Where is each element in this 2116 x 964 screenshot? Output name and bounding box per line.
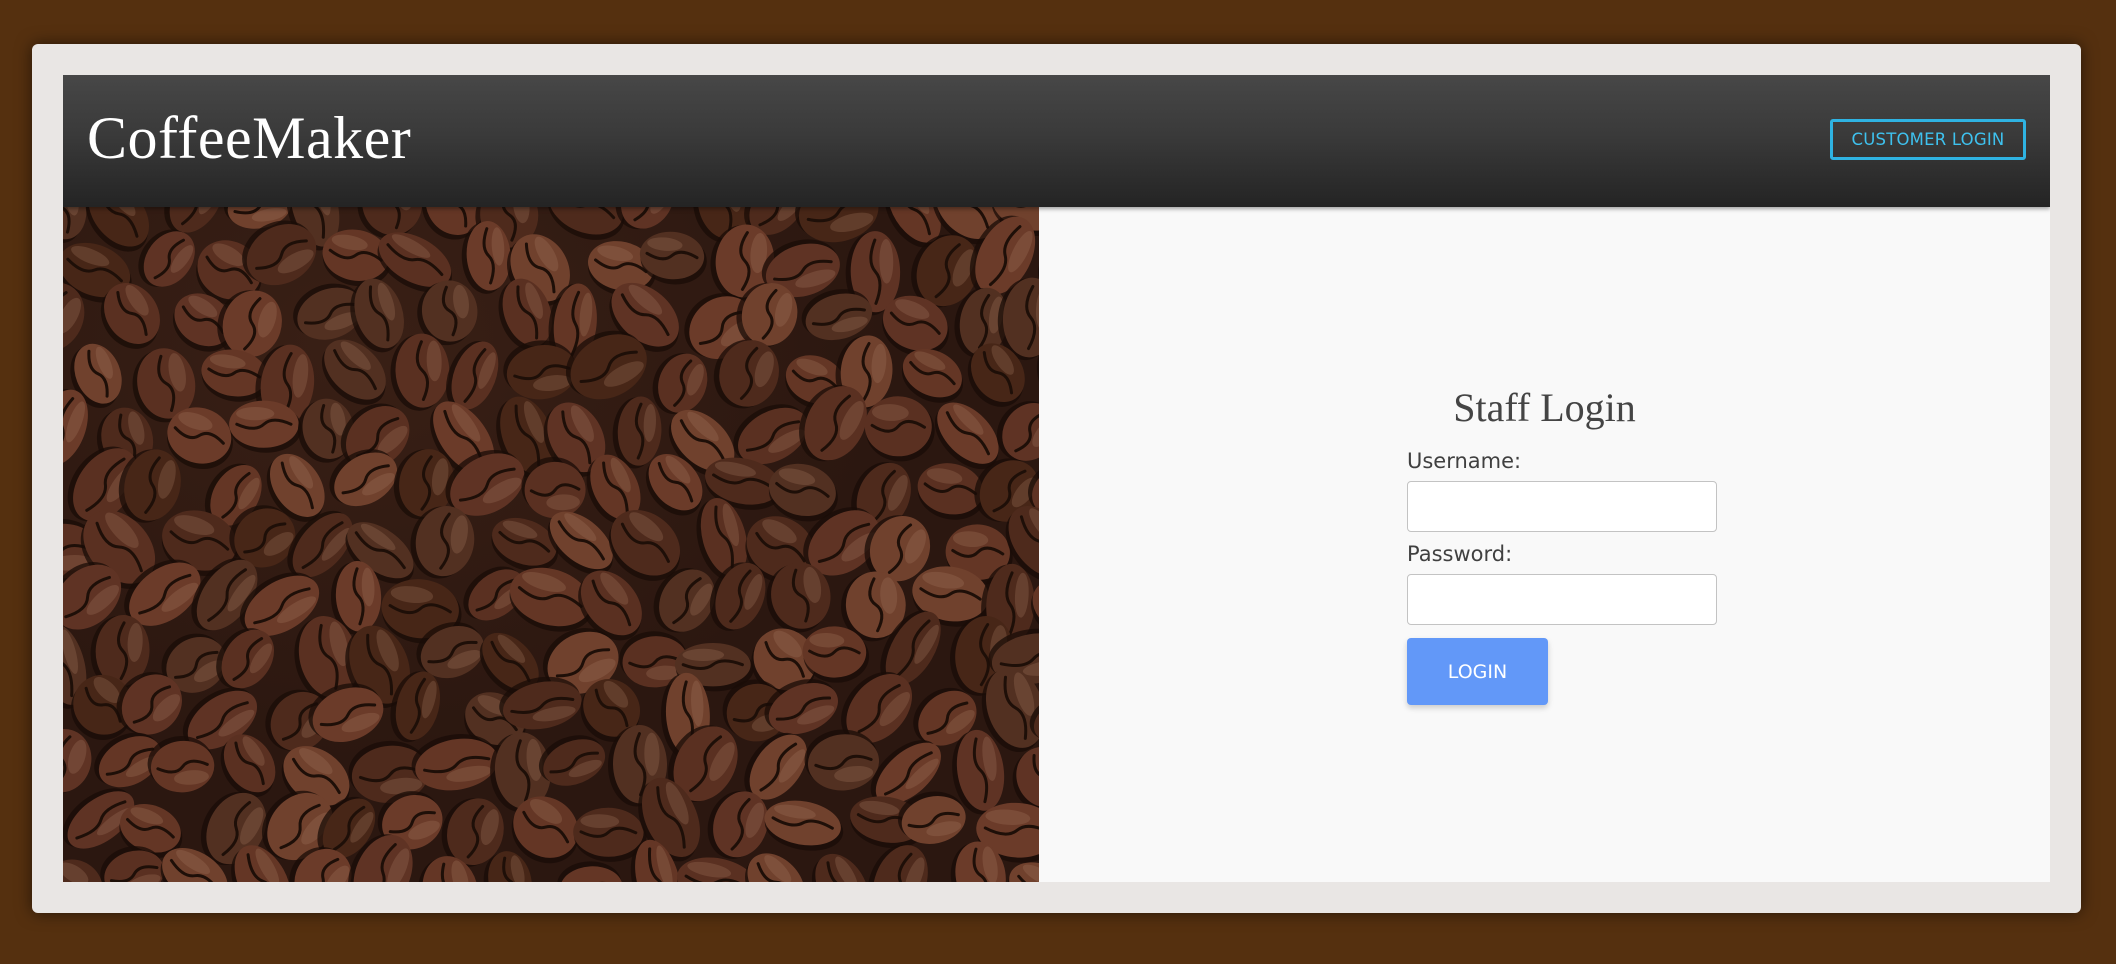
brand-title: CoffeeMaker: [87, 105, 412, 171]
login-panel: Staff Login Username: Password: LOGIN: [1039, 207, 2050, 882]
login-button[interactable]: LOGIN: [1407, 638, 1548, 705]
outer-frame: CoffeeMaker CUSTOMER LOGIN Staff Login U…: [32, 44, 2081, 913]
username-input[interactable]: [1407, 481, 1717, 532]
coffee-bean: [864, 396, 935, 462]
password-input[interactable]: [1407, 574, 1717, 625]
username-label: Username:: [1407, 449, 1522, 473]
customer-login-button[interactable]: CUSTOMER LOGIN: [1830, 119, 2026, 160]
login-title: Staff Login: [1453, 385, 1636, 430]
coffee-beans-image: [63, 207, 1039, 882]
coffee-bean: [764, 800, 844, 851]
app-header: CoffeeMaker CUSTOMER LOGIN: [63, 75, 2050, 207]
app-container: CoffeeMaker CUSTOMER LOGIN Staff Login U…: [63, 75, 2050, 882]
coffee-bean: [557, 861, 623, 882]
coffee-beans-illustration: [63, 207, 1039, 882]
login-form: Username: Password: LOGIN: [1407, 447, 1717, 705]
password-label: Password:: [1407, 542, 1513, 566]
